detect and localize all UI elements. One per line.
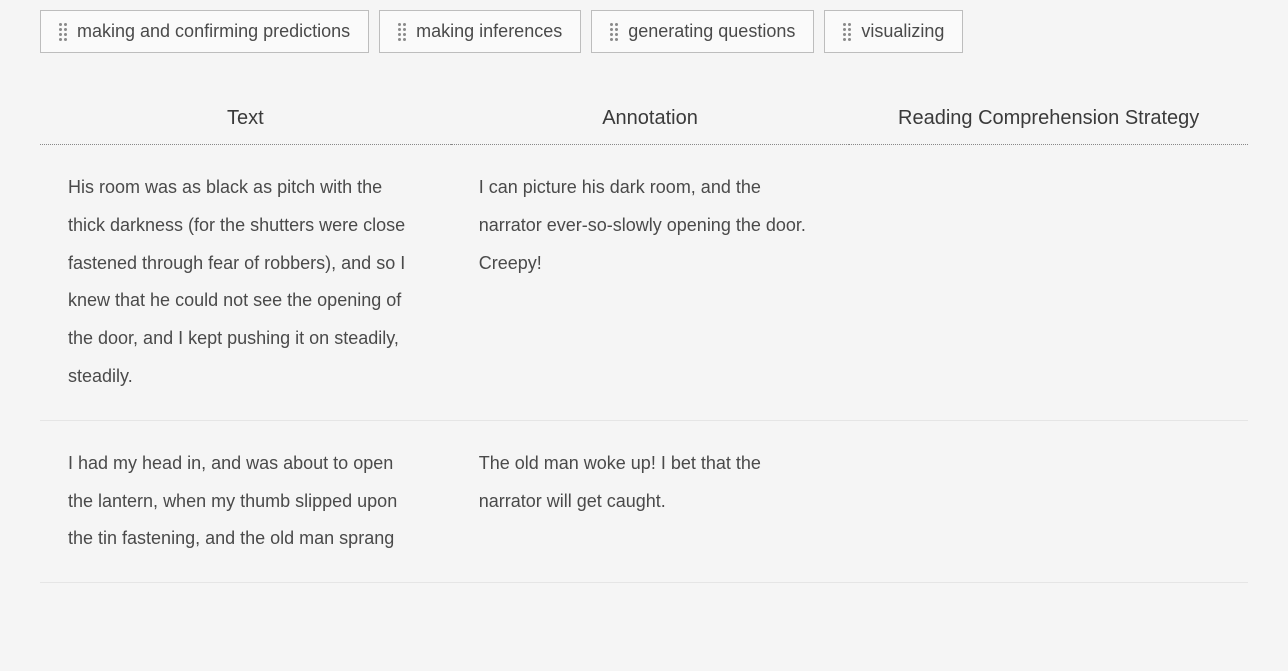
draggable-option-inferences[interactable]: making inferences bbox=[379, 10, 581, 53]
draggable-label: visualizing bbox=[861, 21, 944, 42]
draggable-options-row: making and confirming predictions making… bbox=[40, 10, 1248, 53]
comprehension-table: Text Annotation Reading Comprehension St… bbox=[40, 93, 1248, 583]
grip-icon bbox=[843, 23, 851, 41]
cell-text: His room was as black as pitch with the … bbox=[40, 145, 451, 421]
table-row: I had my head in, and was about to open … bbox=[40, 420, 1248, 582]
draggable-label: generating questions bbox=[628, 21, 795, 42]
cell-strategy-dropzone[interactable] bbox=[849, 145, 1248, 421]
table-header-strategy: Reading Comprehension Strategy bbox=[849, 93, 1248, 145]
draggable-option-questions[interactable]: generating questions bbox=[591, 10, 814, 53]
draggable-option-predictions[interactable]: making and confirming predictions bbox=[40, 10, 369, 53]
table-row: His room was as black as pitch with the … bbox=[40, 145, 1248, 421]
grip-icon bbox=[610, 23, 618, 41]
draggable-label: making inferences bbox=[416, 21, 562, 42]
table-header-text: Text bbox=[40, 93, 451, 145]
cell-annotation: The old man woke up! I bet that the narr… bbox=[451, 420, 850, 582]
draggable-option-visualizing[interactable]: visualizing bbox=[824, 10, 963, 53]
cell-annotation: I can picture his dark room, and the nar… bbox=[451, 145, 850, 421]
table-header-annotation: Annotation bbox=[451, 93, 850, 145]
draggable-label: making and confirming predictions bbox=[77, 21, 350, 42]
cell-strategy-dropzone[interactable] bbox=[849, 420, 1248, 582]
grip-icon bbox=[398, 23, 406, 41]
cell-text: I had my head in, and was about to open … bbox=[40, 420, 451, 582]
grip-icon bbox=[59, 23, 67, 41]
